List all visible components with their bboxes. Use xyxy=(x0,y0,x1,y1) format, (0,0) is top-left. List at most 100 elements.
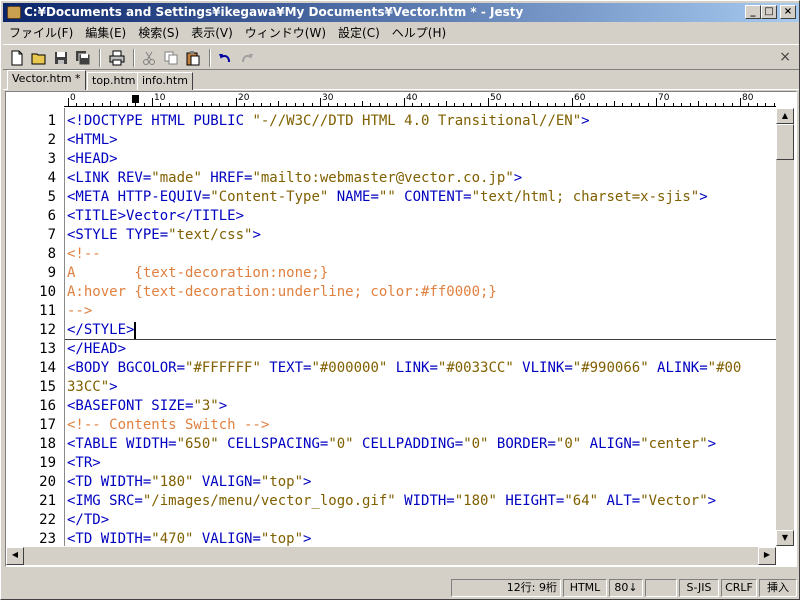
code-line[interactable]: </STYLE> xyxy=(67,321,776,340)
scroll-up-button[interactable]: ▲ xyxy=(776,108,794,124)
ruler-tick xyxy=(773,103,775,106)
new-file-icon[interactable] xyxy=(7,48,27,68)
ruler-label: 10 xyxy=(153,93,167,103)
code-area[interactable]: <!DOCTYPE HTML PUBLIC "-//W3C//DTD HTML … xyxy=(64,108,776,546)
ruler-tick xyxy=(210,103,212,106)
code-line[interactable]: <HEAD> xyxy=(67,150,776,169)
status-eol: CRLF xyxy=(721,579,757,597)
undo-icon[interactable] xyxy=(215,48,235,68)
close-document-button[interactable]: × xyxy=(779,49,791,65)
ruler-tick xyxy=(706,103,708,106)
menu-edit[interactable]: 編集(E) xyxy=(79,24,132,42)
line-number: 5 xyxy=(47,189,56,205)
redo-icon[interactable] xyxy=(237,48,257,68)
ruler-cursor-marker xyxy=(132,95,139,103)
tab-top[interactable]: top.htm xyxy=(87,72,141,90)
code-line[interactable]: <TR> xyxy=(67,454,776,473)
ruler-label: 80 xyxy=(741,93,755,103)
code-line[interactable]: <TITLE>Vector</TITLE> xyxy=(67,207,776,226)
menu-search[interactable]: 検索(S) xyxy=(132,24,185,42)
ruler-tick xyxy=(252,103,254,106)
ruler-tick xyxy=(429,103,431,106)
vertical-scrollbar[interactable]: ▲ ▼ xyxy=(776,108,794,546)
ruler-tick xyxy=(110,101,111,106)
line-number: 22 xyxy=(39,512,56,528)
save-all-icon[interactable] xyxy=(73,48,93,68)
code-line[interactable]: <BASEFONT SIZE="3"> xyxy=(67,397,776,416)
ruler-tick xyxy=(756,103,758,106)
scroll-left-button[interactable]: ◀ xyxy=(6,547,24,565)
ruler-tick xyxy=(437,103,439,106)
ruler-tick xyxy=(647,103,649,106)
maximize-button[interactable]: □ xyxy=(761,5,777,19)
code-line[interactable]: <LINK REV="made" HREF="mailto:webmaster@… xyxy=(67,169,776,188)
code-line[interactable]: <META HTTP-EQUIV="Content-Type" NAME="" … xyxy=(67,188,776,207)
code-line[interactable]: <HTML> xyxy=(67,131,776,150)
tab-info[interactable]: info.htm xyxy=(137,72,193,90)
status-blank xyxy=(645,579,677,597)
line-number: 6 xyxy=(47,208,56,224)
ruler-tick xyxy=(454,103,456,106)
scroll-down-button[interactable]: ▼ xyxy=(776,530,794,546)
code-line[interactable]: <BODY BGCOLOR="#FFFFFF" TEXT="#000000" L… xyxy=(67,359,776,378)
ruler-tick xyxy=(765,103,767,106)
code-line[interactable]: A:hover {text-decoration:underline; colo… xyxy=(67,283,776,302)
code-line[interactable]: <TABLE WIDTH="650" CELLSPACING="0" CELLP… xyxy=(67,435,776,454)
code-line[interactable]: <TD WIDTH="470" VALIGN="top"> xyxy=(67,530,776,546)
ruler-tick xyxy=(84,103,86,106)
line-number: 7 xyxy=(47,227,56,243)
code-line[interactable]: <TD WIDTH="180" VALIGN="top"> xyxy=(67,473,776,492)
code-line[interactable]: </HEAD> xyxy=(67,340,776,359)
menu-file[interactable]: ファイル(F) xyxy=(3,24,79,42)
ruler-tick xyxy=(555,103,557,106)
code-line[interactable]: A {text-decoration:none;} xyxy=(67,264,776,283)
ruler-tick xyxy=(160,103,162,106)
ruler-tick xyxy=(261,103,263,106)
close-button[interactable]: × xyxy=(780,5,796,19)
menu-settings[interactable]: 設定(C) xyxy=(332,24,386,42)
menu-window[interactable]: ウィンドウ(W) xyxy=(239,24,332,42)
code-line[interactable]: <IMG SRC="/images/menu/vector_logo.gif" … xyxy=(67,492,776,511)
ruler-tick xyxy=(664,103,666,106)
ruler-tick xyxy=(546,103,548,106)
code-line[interactable]: <!DOCTYPE HTML PUBLIC "-//W3C//DTD HTML … xyxy=(67,112,776,131)
ruler-tick xyxy=(101,103,103,106)
ruler-tick xyxy=(538,103,540,106)
title-bar[interactable]: C:¥Documents and Settings¥ikegawa¥My Doc… xyxy=(3,3,799,22)
line-number: 14 xyxy=(39,360,56,376)
tab-vector[interactable]: Vector.htm * xyxy=(7,70,86,90)
ruler-tick xyxy=(563,103,565,106)
document-tabs: Vector.htm * top.htm info.htm xyxy=(3,70,799,90)
ruler-tick xyxy=(303,103,305,106)
horizontal-scrollbar[interactable]: ◀ ▶ xyxy=(6,547,776,565)
code-line[interactable]: --> xyxy=(67,302,776,321)
ruler-tick xyxy=(412,103,414,106)
line-number: 11 xyxy=(39,303,56,319)
status-mode: HTML xyxy=(563,579,607,597)
ruler-tick xyxy=(496,103,498,106)
vertical-scroll-thumb[interactable] xyxy=(776,124,794,160)
minimize-button[interactable]: _ xyxy=(745,5,761,19)
print-icon[interactable] xyxy=(107,48,127,68)
paste-icon[interactable] xyxy=(183,48,203,68)
code-line[interactable]: <!-- xyxy=(67,245,776,264)
code-line[interactable]: 33CC"> xyxy=(67,378,776,397)
ruler-tick xyxy=(219,103,221,106)
menu-view[interactable]: 表示(V) xyxy=(185,24,239,42)
save-icon[interactable] xyxy=(51,48,71,68)
ruler-tick xyxy=(530,101,531,106)
cut-icon[interactable] xyxy=(139,48,159,68)
ruler-tick xyxy=(269,103,271,106)
open-folder-icon[interactable] xyxy=(29,48,49,68)
code-line[interactable]: </TD> xyxy=(67,511,776,530)
code-line[interactable]: <STYLE TYPE="text/css"> xyxy=(67,226,776,245)
copy-icon[interactable] xyxy=(161,48,181,68)
status-wrap: 80↓ xyxy=(609,579,643,597)
code-line[interactable]: <!-- Contents Switch --> xyxy=(67,416,776,435)
scroll-right-button[interactable]: ▶ xyxy=(758,547,776,565)
ruler-tick xyxy=(378,103,380,106)
editor-pane[interactable]: 0 10 20 30 40 50 60 70 80 1 2 3 4 5 6 7 8 9 10 11 12 13 14 15 1… xyxy=(5,91,797,567)
menu-help[interactable]: ヘルプ(H) xyxy=(386,24,452,42)
status-bar: 12行: 9桁 HTML 80↓ S-JIS CRLF 挿入 xyxy=(3,578,799,598)
ruler-tick xyxy=(479,103,481,106)
